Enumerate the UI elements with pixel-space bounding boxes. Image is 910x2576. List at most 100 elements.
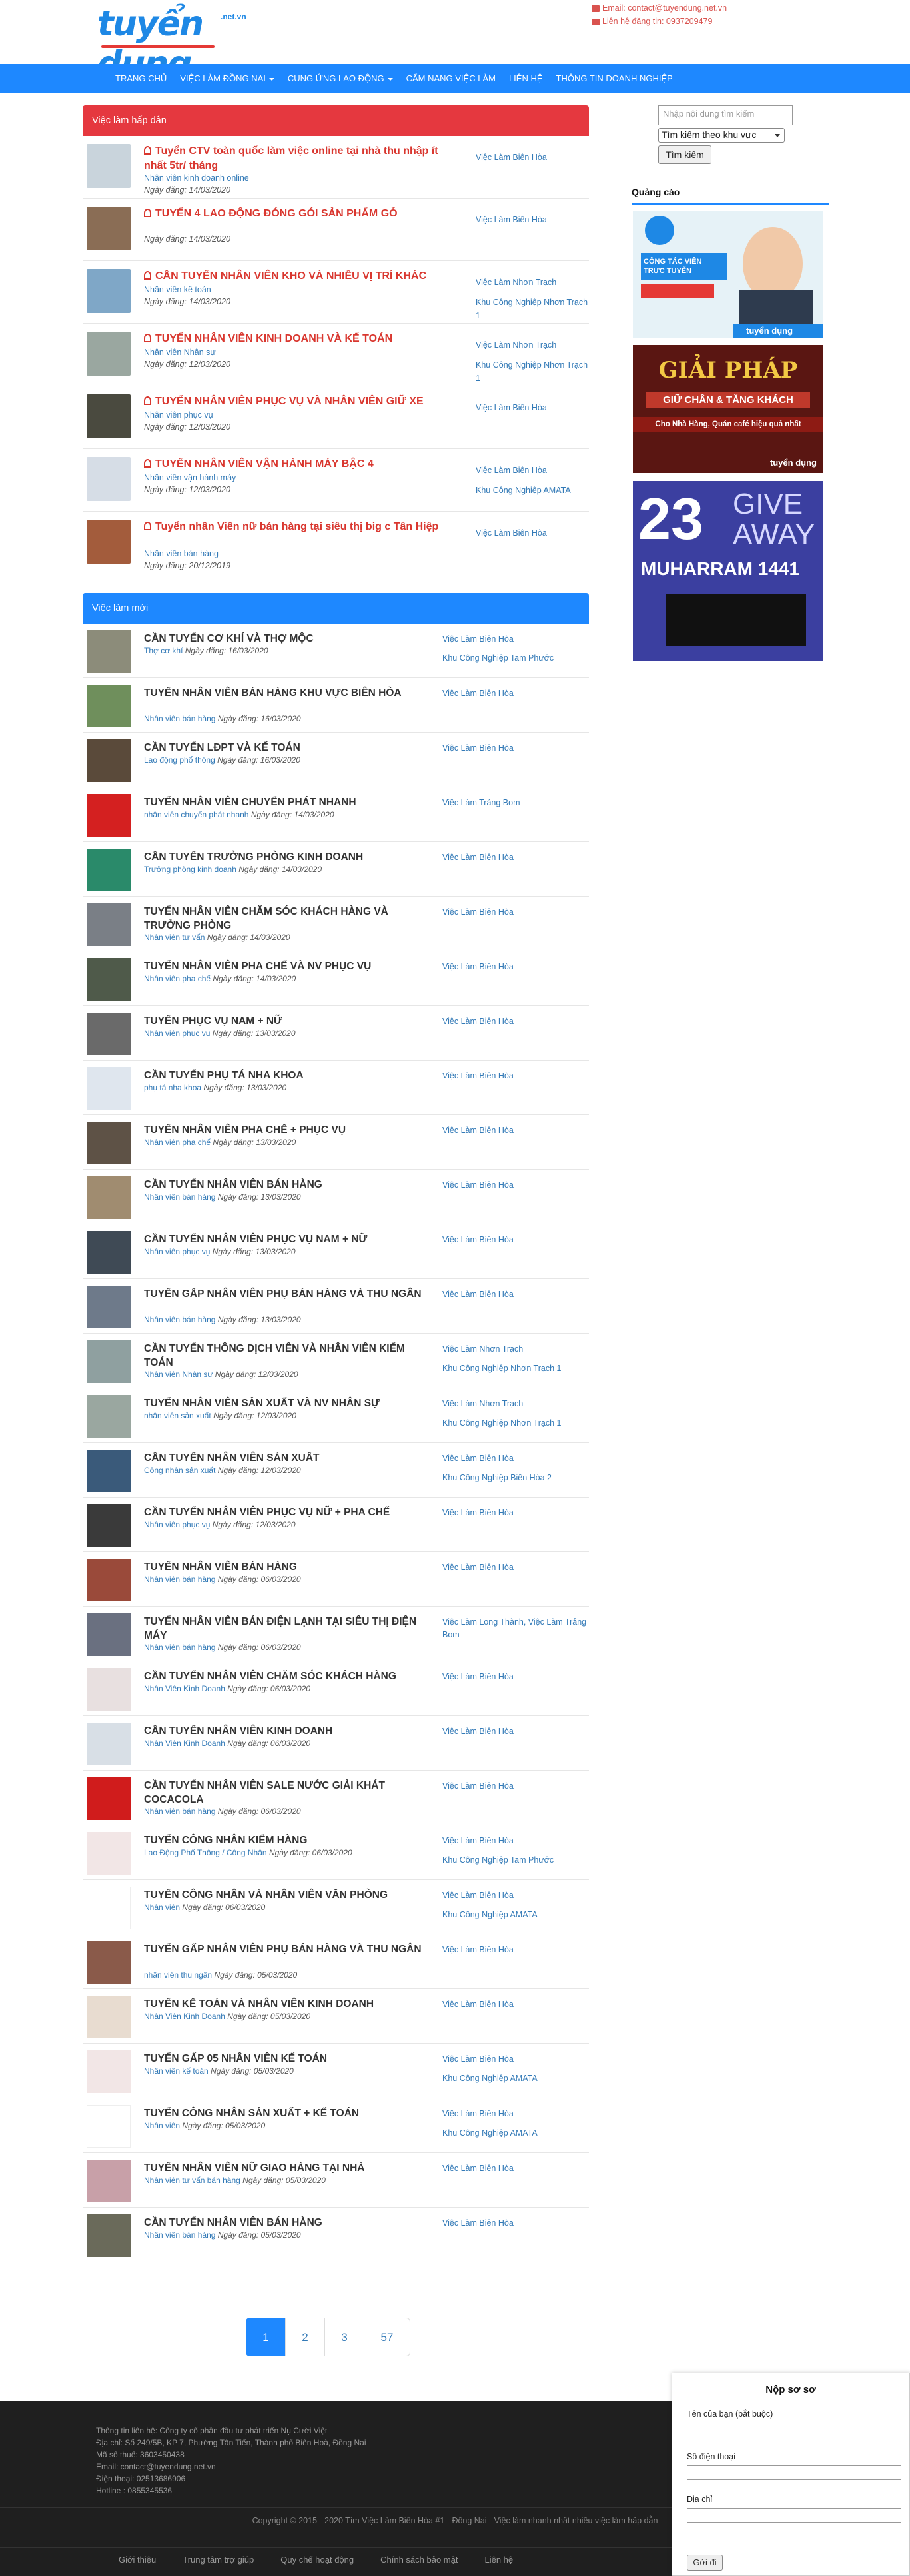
location-link[interactable]: Việc Làm Biên Hòa xyxy=(442,1124,589,1137)
job-thumbnail[interactable] xyxy=(87,2214,131,2257)
nav-item[interactable]: LIÊN HỆ xyxy=(502,64,550,93)
latest-job-title[interactable]: CẦN TUYỂN NHÂN VIÊN PHỤC VỤ NAM + NỮ xyxy=(144,1232,424,1246)
job-category[interactable]: Nhân Viên Kinh Doanh xyxy=(144,1684,225,1693)
job-category[interactable]: Nhân viên phục vụ xyxy=(144,1029,210,1038)
job-category[interactable]: Nhân viên tư vấn bán hàng xyxy=(144,2176,240,2185)
location-link[interactable]: Việc Làm Nhơn Trạch xyxy=(476,276,589,289)
job-category[interactable]: Nhân viên bán hàng xyxy=(144,1315,215,1324)
latest-job-title[interactable]: TUYỂN NHÂN VIÊN BÁN ĐIỆN LẠNH TẠI SIÊU T… xyxy=(144,1615,424,1643)
job-thumbnail[interactable] xyxy=(87,1832,131,1875)
hot-job-row[interactable]: TUYỂN 4 LAO ĐỘNG ĐÓNG GÓI SẢN PHẨM GỖ Ngà… xyxy=(83,199,589,261)
location-link[interactable]: Việc Làm Biên Hòa xyxy=(442,961,589,973)
location-link[interactable]: Việc Làm Biên Hòa xyxy=(442,1452,589,1465)
latest-job-title[interactable]: TUYỂN KẾ TOÁN VÀ NHÂN VIÊN KINH DOANH xyxy=(144,1997,424,2011)
site-logo[interactable]: tuyển dụng .net.vn xyxy=(97,4,257,84)
location-link[interactable]: Việc Làm Biên Hòa xyxy=(476,526,589,540)
latest-job-row[interactable]: CẦN TUYỂN NHÂN VIÊN CHĂM SÓC KHÁCH HÀNG N… xyxy=(83,1661,589,1716)
latest-job-row[interactable]: TUYỂN GẤP NHÂN VIÊN PHỤ BÁN HÀNG VÀ THU … xyxy=(83,1279,589,1334)
latest-job-row[interactable]: TUYỂN NHÂN VIÊN BÁN HÀNG KHU VỰC BIÊN HÒ… xyxy=(83,678,589,733)
location-link[interactable]: Việc Làm Biên Hòa xyxy=(442,1070,589,1082)
job-thumbnail[interactable] xyxy=(87,958,131,1001)
ad-banner-giveaway[interactable]: 23 GIVE AWAY MUHARRAM 1441 xyxy=(633,481,823,661)
job-category[interactable]: Nhân Viên Kinh Doanh xyxy=(144,1739,225,1748)
latest-job-row[interactable]: CẦN TUYỂN CƠ KHÍ VÀ THỢ MỘC Thợ cơ khí Ng… xyxy=(83,624,589,678)
address-field[interactable] xyxy=(687,2508,901,2523)
latest-job-title[interactable]: TUYỂN NHÂN VIÊN CHUYỂN PHÁT NHANH xyxy=(144,795,424,809)
latest-job-row[interactable]: CẦN TUYỂN NHÂN VIÊN SẢN XUẤT Công nhân sả… xyxy=(83,1443,589,1498)
latest-job-row[interactable]: CẦN TUYỂN TRƯỞNG PHÒNG KINH DOANH Trưởng … xyxy=(83,842,589,897)
hot-job-row[interactable]: Tuyển CTV toàn quốc làm việc online tại … xyxy=(83,136,589,199)
latest-job-row[interactable]: TUYỂN KẾ TOÁN VÀ NHÂN VIÊN KINH DOANH Nhâ… xyxy=(83,1989,589,2044)
latest-job-title[interactable]: CẦN TUYỂN NHÂN VIÊN KINH DOANH xyxy=(144,1724,424,1738)
hot-job-row[interactable]: TUYỂN NHÂN VIÊN KINH DOANH VÀ KẾ TOÁN Nhâ… xyxy=(83,324,589,386)
area-select[interactable]: Tìm kiếm theo khu vực xyxy=(658,128,785,143)
latest-job-title[interactable]: TUYỂN CÔNG NHÂN SẢN XUẤT + KẾ TOÁN xyxy=(144,2106,424,2120)
submit-button[interactable]: Gởi đi xyxy=(687,2555,723,2571)
latest-job-row[interactable]: TUYỂN NHÂN VIÊN CHĂM SÓC KHÁCH HÀNG VÀ T… xyxy=(83,897,589,951)
job-category[interactable]: nhân viên sản xuất xyxy=(144,1411,211,1420)
job-thumbnail[interactable] xyxy=(87,1613,131,1656)
nav-item[interactable]: VIỆC LÀM ĐỒNG NAI xyxy=(173,64,281,93)
job-category[interactable]: Nhân viên kế toán xyxy=(144,285,211,294)
location-link[interactable]: Việc Làm Biên Hòa xyxy=(442,1944,589,1956)
page-link[interactable]: 57 xyxy=(364,2318,410,2356)
latest-job-row[interactable]: CẦN TUYỂN THÔNG DỊCH VIÊN VÀ NHÂN VIÊN K… xyxy=(83,1334,589,1388)
job-category[interactable]: Nhân viên pha chế xyxy=(144,974,211,983)
job-thumbnail[interactable] xyxy=(87,144,131,188)
location-link[interactable]: Việc Làm Biên Hòa xyxy=(442,2053,589,2066)
latest-job-row[interactable]: TUYỂN CÔNG NHÂN KIỂM HÀNG Lao Động Phổ Th… xyxy=(83,1825,589,1880)
latest-job-title[interactable]: TUYỂN PHỤC VỤ NAM + NỮ xyxy=(144,1014,424,1028)
latest-job-row[interactable]: TUYỂN CÔNG NHÂN VÀ NHÂN VIÊN VĂN PHÒNG Nh… xyxy=(83,1880,589,1934)
job-category[interactable]: nhân viên chuyển phát nhanh xyxy=(144,810,248,819)
job-category[interactable]: Lao Động Phổ Thông / Công Nhân xyxy=(144,1848,267,1857)
hot-job-title[interactable]: Tuyển nhân Viên nữ bán hàng tại siêu thị… xyxy=(144,520,457,534)
hot-job-row[interactable]: TUYỂN NHÂN VIÊN PHỤC VỤ VÀ NHÂN VIÊN GIỮ… xyxy=(83,386,589,449)
job-thumbnail[interactable] xyxy=(87,520,131,564)
job-category[interactable]: Nhân viên Nhân sự xyxy=(144,348,216,357)
job-category[interactable]: Nhân Viên Kinh Doanh xyxy=(144,2012,225,2021)
job-thumbnail[interactable] xyxy=(87,794,131,837)
latest-job-title[interactable]: TUYỂN NHÂN VIÊN SẢN XUẤT VÀ NV NHÂN SỰ xyxy=(144,1396,424,1410)
latest-job-row[interactable]: TUYỂN GẤP 05 NHÂN VIÊN KẾ TOÁN Nhân viên … xyxy=(83,2044,589,2098)
job-thumbnail[interactable] xyxy=(87,1668,131,1711)
location-link[interactable]: Việc Làm Biên Hòa xyxy=(442,1507,589,1519)
location-link[interactable]: Việc Làm Nhơn Trạch xyxy=(442,1398,589,1410)
job-thumbnail[interactable] xyxy=(87,1340,131,1383)
job-category[interactable]: Nhân viên xyxy=(144,2121,180,2130)
job-thumbnail[interactable] xyxy=(87,1559,131,1601)
location-link[interactable]: Việc Làm Biên Hòa xyxy=(476,151,589,164)
job-category[interactable]: Nhân viên bán hàng xyxy=(144,1807,215,1816)
location-link[interactable]: Việc Làm Biên Hòa xyxy=(442,2217,589,2230)
nav-item[interactable]: THÔNG TIN DOANH NGHIỆP xyxy=(550,64,680,93)
latest-job-title[interactable]: CẦN TUYỂN TRƯỞNG PHÒNG KINH DOANH xyxy=(144,850,424,864)
nav-item[interactable]: CẨM NANG VIỆC LÀM xyxy=(400,64,502,93)
latest-job-row[interactable]: CẦN TUYỂN NHÂN VIÊN BÁN HÀNG Nhân viên bá… xyxy=(83,1170,589,1224)
job-thumbnail[interactable] xyxy=(87,630,131,673)
job-thumbnail[interactable] xyxy=(87,1723,131,1765)
footer-link[interactable]: Giới thiệu xyxy=(119,2555,156,2565)
job-thumbnail[interactable] xyxy=(87,394,131,438)
job-category[interactable]: Nhân viên bán hàng xyxy=(144,2230,215,2240)
latest-job-row[interactable]: TUYỂN PHỤC VỤ NAM + NỮ Nhân viên phục vụ … xyxy=(83,1006,589,1061)
job-category[interactable]: Nhân viên bán hàng xyxy=(144,1192,215,1202)
ad-banner-restaurant[interactable]: GIẢI PHÁP GIỮ CHÂN & TĂNG KHÁCH Cho Nhà … xyxy=(633,345,823,473)
latest-job-row[interactable]: CẦN TUYỂN NHÂN VIÊN SALE NƯỚC GIẢI KHÁT … xyxy=(83,1771,589,1825)
latest-job-title[interactable]: TUYỂN NHÂN VIÊN BÁN HÀNG xyxy=(144,1560,424,1574)
hot-job-row[interactable]: TUYỂN NHÂN VIÊN VẬN HÀNH MÁY BẬC 4 Nhân v… xyxy=(83,449,589,512)
latest-job-title[interactable]: TUYỂN GẤP NHÂN VIÊN PHỤ BÁN HÀNG VÀ THU … xyxy=(144,1942,424,1956)
location-link[interactable]: Việc Làm Biên Hòa xyxy=(442,851,589,864)
latest-job-title[interactable]: CẦN TUYỂN NHÂN VIÊN PHỤC VỤ NỮ + PHA CHẾ xyxy=(144,1505,424,1519)
job-category[interactable]: Nhân viên bán hàng xyxy=(144,714,215,723)
job-category[interactable]: Nhân viên phục vụ xyxy=(144,1520,210,1529)
latest-job-row[interactable]: TUYỂN NHÂN VIÊN BÁN ĐIỆN LẠNH TẠI SIÊU T… xyxy=(83,1607,589,1661)
job-category[interactable]: Nhân viên bán hàng xyxy=(144,549,219,558)
latest-job-title[interactable]: TUYỂN NHÂN VIÊN PHA CHẾ + PHỤC VỤ xyxy=(144,1123,424,1137)
header-email[interactable]: Email: contact@tuyendung.net.vn xyxy=(602,3,727,13)
latest-job-title[interactable]: CẦN TUYỂN NHÂN VIÊN CHĂM SÓC KHÁCH HÀNG xyxy=(144,1669,424,1683)
page-link[interactable]: 3 xyxy=(324,2318,364,2356)
latest-job-row[interactable]: CẦN TUYỂN PHỤ TÁ NHA KHOA phụ tá nha khoa… xyxy=(83,1061,589,1115)
header-phone[interactable]: Liên hệ đăng tin: 0937209479 xyxy=(602,17,712,26)
name-field[interactable] xyxy=(687,2423,901,2437)
page-link[interactable]: 2 xyxy=(285,2318,325,2356)
job-thumbnail[interactable] xyxy=(87,1286,131,1328)
